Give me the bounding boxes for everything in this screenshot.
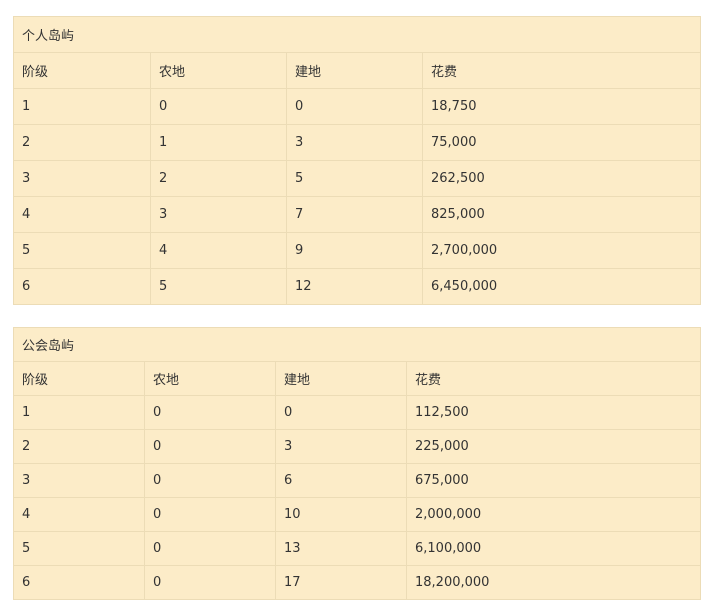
table-cell: 5: [286, 160, 423, 197]
table-row: 2 1 3 75,000: [13, 124, 701, 161]
header-cell-farmland: 农地: [144, 361, 276, 396]
table-row: 1 0 0 112,500: [13, 395, 701, 430]
table-cell: 2: [13, 124, 151, 161]
table-cell: 5: [13, 232, 151, 269]
table-row: 6 5 12 6,450,000: [13, 268, 701, 305]
header-cell-farmland: 农地: [150, 52, 287, 89]
table-cell: 112,500: [406, 395, 701, 430]
header-cell-tier: 阶级: [13, 52, 151, 89]
table-cell: 675,000: [406, 463, 701, 498]
table-cell: 9: [286, 232, 423, 269]
header-cell-building-land: 建地: [286, 52, 423, 89]
table-cell: 4: [13, 196, 151, 233]
table-cell: 75,000: [422, 124, 701, 161]
table-row: 4 3 7 825,000: [13, 196, 701, 233]
table-cell: 262,500: [422, 160, 701, 197]
table-cell: 1: [150, 124, 287, 161]
header-cell-building-land: 建地: [275, 361, 407, 396]
table-cell: 0: [144, 395, 276, 430]
table-cell: 18,200,000: [406, 565, 701, 600]
table-cell: 0: [144, 531, 276, 566]
table-cell: 10: [275, 497, 407, 532]
table-cell: 3: [275, 429, 407, 464]
table-cell: 6,100,000: [406, 531, 701, 566]
table-header-row: 阶级 农地 建地 花费: [13, 52, 701, 89]
table-cell: 3: [286, 124, 423, 161]
table-title-row: 公会岛屿: [13, 327, 701, 362]
table-row: 6 0 17 18,200,000: [13, 565, 701, 600]
table-cell: 7: [286, 196, 423, 233]
table-row: 2 0 3 225,000: [13, 429, 701, 464]
table-cell: 825,000: [422, 196, 701, 233]
table-header-row: 阶级 农地 建地 花费: [13, 361, 701, 396]
table-cell: 3: [13, 463, 145, 498]
table-cell: 4: [13, 497, 145, 532]
table-cell: 0: [150, 88, 287, 125]
table-row: 3 0 6 675,000: [13, 463, 701, 498]
table-title: 公会岛屿: [13, 327, 701, 362]
table-cell: 0: [144, 565, 276, 600]
header-cell-tier: 阶级: [13, 361, 145, 396]
table-cell: 1: [13, 88, 151, 125]
personal-island-table: 个人岛屿 阶级 农地 建地 花费 1 0 0 18,750 2 1 3 75,0…: [13, 16, 701, 305]
table-cell: 2: [13, 429, 145, 464]
table-cell: 0: [286, 88, 423, 125]
table-cell: 13: [275, 531, 407, 566]
header-cell-cost: 花费: [406, 361, 701, 396]
header-cell-cost: 花费: [422, 52, 701, 89]
table-cell: 12: [286, 268, 423, 305]
table-cell: 0: [275, 395, 407, 430]
table-cell: 3: [150, 196, 287, 233]
table-cell: 6: [13, 565, 145, 600]
table-cell: 5: [150, 268, 287, 305]
table-row: 5 4 9 2,700,000: [13, 232, 701, 269]
table-cell: 6,450,000: [422, 268, 701, 305]
table-cell: 2,700,000: [422, 232, 701, 269]
table-cell: 2: [150, 160, 287, 197]
table-cell: 4: [150, 232, 287, 269]
table-row: 5 0 13 6,100,000: [13, 531, 701, 566]
table-cell: 225,000: [406, 429, 701, 464]
table-cell: 1: [13, 395, 145, 430]
table-row: 1 0 0 18,750: [13, 88, 701, 125]
table-cell: 3: [13, 160, 151, 197]
table-cell: 6: [275, 463, 407, 498]
table-title-row: 个人岛屿: [13, 16, 701, 53]
table-cell: 18,750: [422, 88, 701, 125]
table-cell: 0: [144, 429, 276, 464]
table-cell: 5: [13, 531, 145, 566]
table-row: 3 2 5 262,500: [13, 160, 701, 197]
guild-island-table: 公会岛屿 阶级 农地 建地 花费 1 0 0 112,500 2 0 3 225…: [13, 327, 701, 600]
table-title: 个人岛屿: [13, 16, 701, 53]
table-cell: 0: [144, 497, 276, 532]
table-cell: 6: [13, 268, 151, 305]
table-cell: 17: [275, 565, 407, 600]
table-cell: 0: [144, 463, 276, 498]
table-cell: 2,000,000: [406, 497, 701, 532]
table-row: 4 0 10 2,000,000: [13, 497, 701, 532]
